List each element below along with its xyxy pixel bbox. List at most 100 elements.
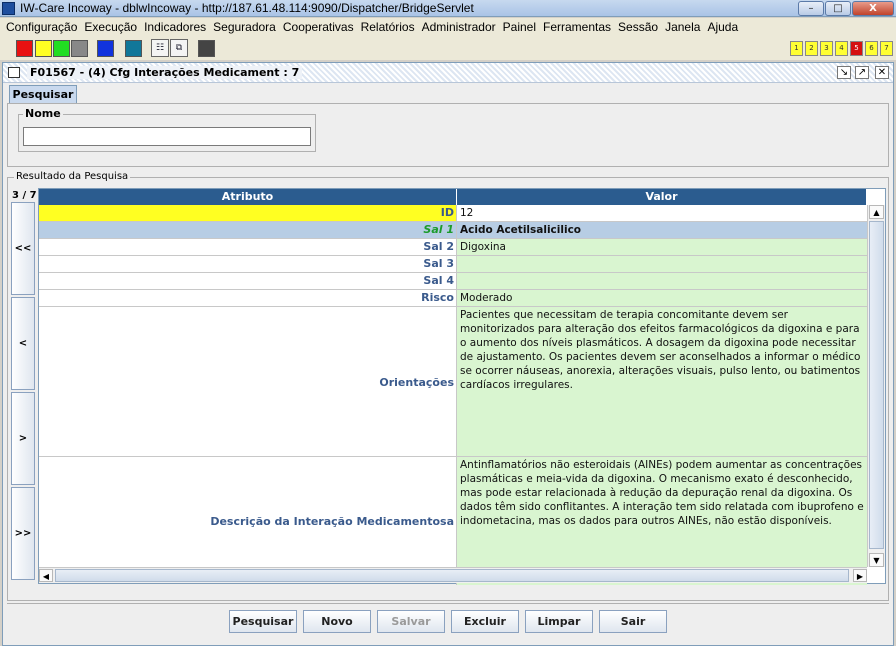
menu-seguradora[interactable]: Seguradora [211,18,281,36]
table-row[interactable]: Risco Moderado [39,290,867,307]
window-title: IW-Care Incoway - dblwIncoway - http://1… [20,1,474,15]
dark-color-button[interactable] [198,40,215,57]
value-cell[interactable]: Acido Acetilsalicilico [457,222,867,238]
window-number-buttons: 1 2 3 4 5 6 7 [790,41,893,56]
nome-fieldset: Nome [18,107,316,152]
action-button-bar: Pesquisar Novo Salvar Excluir Limpar Sai… [7,603,889,637]
menu-configuracao[interactable]: Configuração [4,18,82,36]
value-cell[interactable]: Digoxina [457,239,867,255]
frame-close-icon[interactable]: ✕ [875,66,889,79]
value-cell[interactable]: 12 [457,205,867,221]
value-cell[interactable]: Antinflamatórios não esteroidais (AINEs)… [457,457,867,585]
menu-sessao[interactable]: Sessão [616,18,663,36]
menu-ferramentas[interactable]: Ferramentas [541,18,616,36]
green-color-button[interactable] [53,40,70,57]
window-5-button[interactable]: 5 [850,41,863,56]
vertical-scroll-thumb[interactable] [869,221,884,549]
window-2-button[interactable]: 2 [805,41,818,56]
value-cell[interactable]: Moderado [457,290,867,306]
scroll-down-icon[interactable]: ▼ [869,553,884,567]
gray-color-button[interactable] [71,40,88,57]
window-7-button[interactable]: 7 [880,41,893,56]
attribute-cell: ID [39,205,457,221]
menu-ajuda[interactable]: Ajuda [705,18,743,36]
table-row[interactable]: Sal 4 [39,273,867,290]
attribute-cell: Sal 1 [39,222,457,238]
frame-minimize-icon[interactable]: ↘ [837,66,851,79]
minimize-button[interactable]: – [798,1,824,16]
menu-indicadores[interactable]: Indicadores [142,18,211,36]
previous-record-button[interactable]: < [11,297,35,390]
yellow-color-button[interactable] [35,40,52,57]
horizontal-scrollbar[interactable]: ◀ ▶ [39,567,867,583]
menu-execucao[interactable]: Execução [82,18,142,36]
attribute-cell: Descrição da Interação Medicamentosa [39,457,457,585]
window-1-button[interactable]: 1 [790,41,803,56]
next-record-button[interactable]: > [11,392,35,485]
salvar-button: Salvar [377,610,445,633]
menu-painel[interactable]: Painel [501,18,541,36]
attribute-cell: Sal 4 [39,273,457,289]
frame-maximize-icon[interactable]: ↗ [855,66,869,79]
attribute-cell: Sal 3 [39,256,457,272]
window-titlebar: IW-Care Incoway - dblwIncoway - http://1… [0,0,896,17]
table-row[interactable]: Sal 3 [39,256,867,273]
table-row[interactable]: ID 12 [39,205,867,222]
results-grid: Atributo Valor ID 12 Sal 1 Acido Acetils… [38,188,886,585]
attribute-cell: Risco [39,290,457,306]
menu-cooperativas[interactable]: Cooperativas [281,18,359,36]
windows-icon[interactable]: ⧉ [170,39,188,57]
menu-bar: Configuração Execução Indicadores Segura… [0,18,896,36]
window-4-button[interactable]: 4 [835,41,848,56]
scroll-right-icon[interactable]: ▶ [853,569,867,582]
menu-administrador[interactable]: Administrador [420,18,501,36]
internal-frame: F01567 - (4) Cfg Interações Medicament :… [2,62,894,646]
frame-icon [8,67,20,78]
menu-janela[interactable]: Janela [663,18,705,36]
blue-color-button[interactable] [97,40,114,57]
search-panel: Nome [7,103,889,167]
close-button[interactable]: X [852,1,894,16]
record-counter: 3 / 7 [12,190,37,201]
value-cell[interactable] [457,256,867,272]
red-color-button[interactable] [16,40,33,57]
scroll-up-icon[interactable]: ▲ [869,205,884,219]
column-header-atributo[interactable]: Atributo [39,189,457,205]
results-fieldset: Resultado da Pesquisa 3 / 7 << < > >> At… [7,171,889,601]
maximize-button[interactable]: □ [825,1,851,16]
value-cell[interactable] [457,273,867,289]
novo-button[interactable]: Novo [303,610,371,633]
scroll-left-icon[interactable]: ◀ [39,569,53,582]
vertical-scrollbar[interactable]: ▲ ▼ [867,205,885,567]
tab-pesquisar[interactable]: Pesquisar [9,85,77,103]
sair-button[interactable]: Sair [599,610,667,633]
nome-input[interactable] [23,127,311,146]
horizontal-scroll-thumb[interactable] [55,569,849,582]
table-row[interactable]: Sal 2 Digoxina [39,239,867,256]
teal-color-button[interactable] [125,40,142,57]
frame-titlebar: F01567 - (4) Cfg Interações Medicament :… [3,63,893,83]
grid-rows: ID 12 Sal 1 Acido Acetilsalicilico Sal 2… [39,205,867,585]
first-record-button[interactable]: << [11,202,35,295]
column-header-valor[interactable]: Valor [457,189,867,205]
last-record-button[interactable]: >> [11,487,35,580]
attribute-cell: Orientações [39,307,457,456]
record-navigation: << < > >> [11,202,35,580]
excluir-button[interactable]: Excluir [451,610,519,633]
attribute-cell: Sal 2 [39,239,457,255]
window-6-button[interactable]: 6 [865,41,878,56]
limpar-button[interactable]: Limpar [525,610,593,633]
tree-icon[interactable]: ☷ [151,39,169,57]
toolbar: ☷ ⧉ 1 2 3 4 5 6 7 [0,36,896,60]
nome-label: Nome [23,107,63,120]
menu-relatorios[interactable]: Relatórios [359,18,420,36]
window-3-button[interactable]: 3 [820,41,833,56]
results-legend: Resultado da Pesquisa [14,171,131,182]
value-cell[interactable]: Pacientes que necessitam de terapia conc… [457,307,867,456]
table-row[interactable]: Descrição da Interação Medicamentosa Ant… [39,457,867,585]
table-row[interactable]: Orientações Pacientes que necessitam de … [39,307,867,457]
grid-header: Atributo Valor [39,189,867,205]
pesquisar-button[interactable]: Pesquisar [229,610,297,633]
table-row[interactable]: Sal 1 Acido Acetilsalicilico [39,222,867,239]
frame-title: F01567 - (4) Cfg Interações Medicament :… [27,66,303,79]
